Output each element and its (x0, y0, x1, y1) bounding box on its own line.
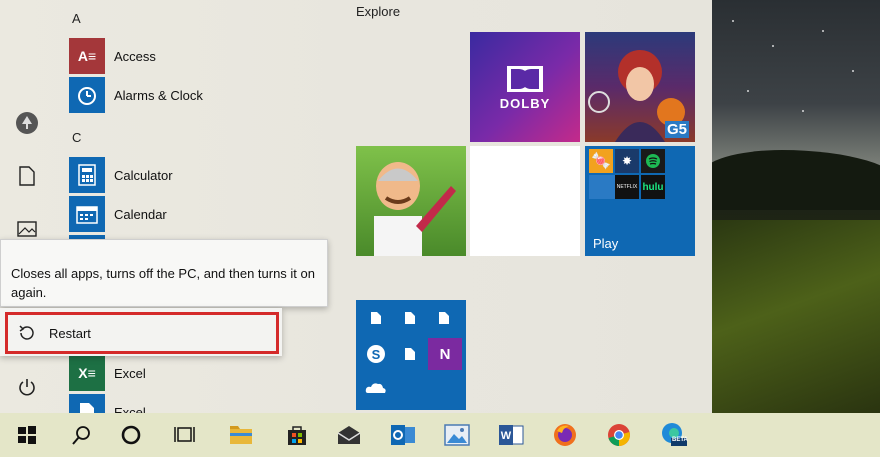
store-icon[interactable] (282, 420, 312, 450)
photos-icon[interactable] (442, 420, 472, 450)
taskbar: W BETA (0, 413, 880, 457)
start-icon[interactable] (12, 420, 42, 450)
word-icon[interactable]: W (496, 420, 526, 450)
app-label: Access (114, 48, 156, 64)
task-view-icon[interactable] (170, 420, 200, 450)
restart-tooltip: Closes all apps, turns off the PC, and t… (0, 239, 328, 307)
onedrive-icon (364, 376, 388, 400)
chrome-icon[interactable] (604, 420, 634, 450)
tile-group-title[interactable]: Explore (356, 4, 400, 19)
dolby-label: DOLBY (499, 96, 551, 111)
restart-icon (19, 325, 34, 340)
doc-icon-1 (364, 306, 388, 330)
play-folder-tile[interactable]: 🍬 ✸ NETFLIX hulu Play (585, 146, 695, 256)
restart-button[interactable]: Restart (5, 312, 279, 354)
sound-wave-icon (483, 165, 569, 237)
excel-icon: X≡ (69, 355, 105, 391)
gardener-artwork-icon (374, 162, 456, 256)
candy-crush-icon: 🍬 (589, 149, 613, 173)
g5-badge: G5 (664, 121, 689, 138)
netflix-icon: NETFLIX (615, 175, 639, 199)
gardenscapes-tile[interactable] (356, 146, 466, 256)
letter-heading-c[interactable]: C (72, 130, 81, 145)
dolby-logo-icon (507, 66, 543, 92)
calculator-icon (69, 157, 105, 193)
start-menu: A A≡ Access Alarms & Clock C Calculator … (0, 0, 712, 430)
cortana-icon[interactable] (116, 420, 146, 450)
app-item-excel[interactable]: X≡ Excel (69, 355, 146, 391)
app-item-calendar[interactable]: Calendar (69, 196, 167, 232)
user-avatar-icon[interactable] (14, 110, 40, 136)
dolby-tile[interactable]: DOLBY (470, 32, 580, 142)
app-label: Excel (114, 365, 146, 381)
desktop-wallpaper (712, 0, 880, 413)
documents-icon[interactable] (14, 163, 40, 189)
app-item-access[interactable]: A≡ Access (69, 38, 156, 74)
game-tile-g5[interactable]: G5 (585, 32, 695, 142)
restart-label: Restart (49, 325, 91, 341)
office-folder-tile[interactable]: S N (356, 300, 466, 410)
doc-icon-2 (398, 306, 422, 330)
app-item-alarms-clock[interactable]: Alarms & Clock (69, 77, 203, 113)
firefox-icon[interactable] (550, 420, 580, 450)
edge-beta-badge: BETA (672, 437, 688, 443)
photo-editor-icon: ✸ (615, 149, 639, 173)
alarm-clock-icon (69, 77, 105, 113)
audio-app-tile[interactable] (470, 146, 580, 256)
search-icon[interactable] (66, 420, 96, 450)
doc-icon-4 (398, 342, 422, 366)
svg-text:S: S (372, 347, 381, 362)
app-label: Calculator (114, 167, 173, 183)
spotify-icon (641, 149, 665, 173)
power-menu: Restart (0, 308, 282, 356)
tooltip-text: Closes all apps, turns off the PC, and t… (11, 266, 315, 300)
power-icon[interactable] (14, 374, 40, 400)
play-label: Play (593, 236, 619, 251)
svg-text:W: W (501, 430, 512, 442)
doc-icon-3 (432, 306, 456, 330)
edge-beta-icon[interactable]: BETA (658, 420, 688, 450)
onenote-icon: N (428, 338, 462, 370)
calendar-icon (69, 196, 105, 232)
hulu-icon: hulu (641, 175, 665, 199)
access-icon: A≡ (69, 38, 105, 74)
letter-heading-a[interactable]: A (72, 11, 81, 26)
app-item-calculator[interactable]: Calculator (69, 157, 173, 193)
mail-icon[interactable] (334, 420, 364, 450)
outlook-icon[interactable] (388, 420, 418, 450)
app-label: Alarms & Clock (114, 87, 203, 103)
file-explorer-icon[interactable] (226, 420, 256, 450)
app-label: Calendar (114, 206, 167, 222)
skype-icon: S (364, 342, 388, 366)
